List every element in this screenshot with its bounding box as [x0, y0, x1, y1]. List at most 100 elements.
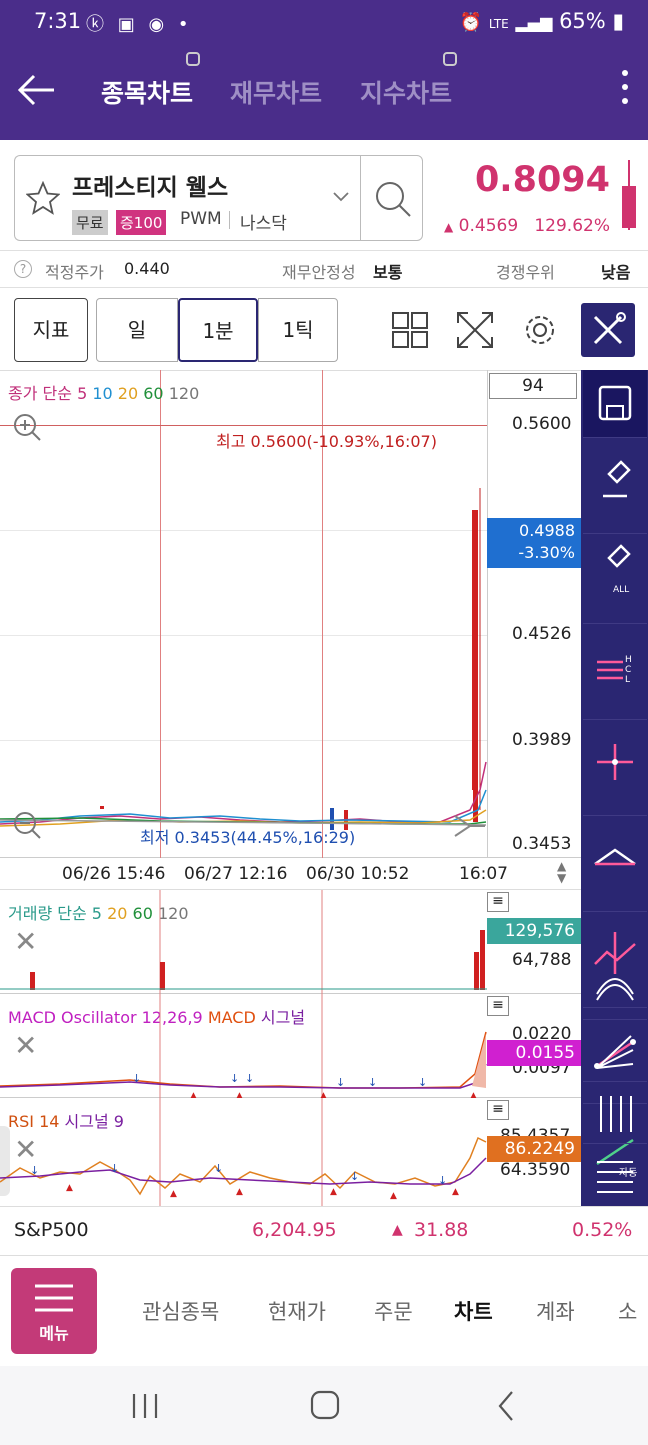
axis-scale-arrows-icon[interactable]: ▲ ▼ — [557, 860, 566, 884]
candle-bear — [330, 808, 334, 830]
eraser-all-tool-icon[interactable]: ALL — [583, 534, 647, 624]
buy-arrow-icon: ▲ — [170, 1189, 177, 1199]
trend-peak-tool-icon[interactable] — [583, 816, 647, 912]
free-tag: 무료 — [72, 210, 108, 235]
bar-count[interactable]: 94 — [489, 373, 577, 399]
star-icon[interactable] — [25, 180, 61, 219]
expand-icon[interactable] — [456, 311, 494, 353]
signal-line — [0, 1063, 487, 1089]
tools-button[interactable] — [581, 303, 635, 357]
price-change: ▲ 0.4569 129.62% — [444, 216, 610, 236]
y-label: 0.5600 — [512, 414, 572, 434]
current-price: 0.8094 — [474, 160, 610, 200]
tab-badge-icon — [443, 52, 457, 66]
volume-current-tag: 129,576 — [487, 918, 581, 944]
save-tool-icon[interactable] — [583, 370, 647, 438]
nav-order[interactable]: 주문 — [374, 1296, 413, 1326]
mini-candle-icon — [622, 160, 636, 230]
market-name: 나스닥 — [240, 214, 287, 234]
zoom-out-icon[interactable] — [10, 808, 44, 846]
menu-button[interactable]: 메뉴 — [11, 1268, 97, 1354]
sell-arrow-icon: ↓ — [30, 1164, 39, 1177]
system-nav-bar — [0, 1366, 648, 1445]
fibonacci-tool-icon[interactable] — [583, 1144, 647, 1206]
volume-bar — [480, 930, 485, 990]
period-1min-label: 1분 — [202, 319, 234, 343]
buy-arrow-icon: ▲ — [236, 1187, 243, 1197]
recent-apps-icon[interactable] — [130, 1392, 160, 1420]
nav-watchlist[interactable]: 관심종목 — [142, 1296, 219, 1326]
macd-current-tag: 0.0155 — [487, 1040, 581, 1066]
panel-menu-icon[interactable]: ≡ — [487, 1100, 509, 1120]
status-notification-icons: ⓚ ▣ ◉ • — [86, 14, 193, 35]
fan-line-tool-icon[interactable] — [583, 1020, 647, 1082]
x-label: 06/26 15:46 — [62, 864, 166, 884]
buy-arrow-icon: ▲ — [320, 1091, 327, 1098]
more-menu-icon[interactable] — [620, 70, 630, 110]
period-tick-button[interactable]: 1틱 — [258, 298, 338, 362]
sell-arrow-icon: ↓ — [350, 1170, 359, 1183]
tab-stock-chart[interactable]: 종목차트 — [101, 74, 193, 110]
sell-arrow-icon: ↓ — [230, 1072, 239, 1085]
y-label: 0.4526 — [512, 624, 572, 644]
status-right: ⏰ LTE ▂▄▆ 65% ▮ — [460, 9, 624, 33]
buy-arrow-icon: ▲ — [236, 1091, 243, 1098]
chart-scroll-arrow — [454, 815, 485, 837]
up-triangle-icon: ▲ — [392, 1222, 403, 1238]
nav-current-price[interactable]: 현재가 — [268, 1296, 326, 1326]
panel-menu-icon[interactable]: ≡ — [487, 996, 509, 1016]
status-time: 7:31 — [34, 9, 82, 33]
competition-value: 낮음 — [601, 263, 631, 282]
tab-index-chart[interactable]: 지수차트 — [360, 74, 452, 110]
cycle-line-tool-icon[interactable] — [583, 1082, 647, 1144]
rsi-signal-line — [0, 1157, 487, 1185]
sell-arrow-icon: ↓ — [336, 1076, 345, 1089]
search-button[interactable] — [360, 155, 423, 241]
buy-arrow-icon: ▲ — [452, 1187, 459, 1197]
axis-divider — [487, 370, 488, 858]
svg-text:H: H — [625, 655, 632, 665]
volume-y-label: 64,788 — [512, 950, 572, 970]
y-label: 0.3453 — [512, 834, 572, 854]
gear-icon[interactable] — [521, 311, 559, 353]
valuation-row: ? 적정주가 0.440 재무안정성 보통 경쟁우위 낮음 — [0, 250, 648, 288]
volume-bar — [474, 952, 479, 990]
candle-bull — [472, 510, 478, 790]
help-icon[interactable]: ? — [14, 260, 32, 278]
market-index-row[interactable]: S&P500 6,204.95 ▲ 31.88 0.52% — [0, 1206, 648, 1256]
signal-icon: ▂▄▆ — [515, 13, 553, 32]
period-day-label: 일 — [127, 318, 147, 342]
sell-arrow-icon: ↓ — [245, 1072, 254, 1085]
battery-icon: ▮ — [612, 9, 624, 33]
layout-grid-icon[interactable] — [392, 312, 428, 352]
nav-more-partial[interactable]: 소 — [618, 1296, 637, 1326]
period-day-button[interactable]: 일 — [96, 298, 178, 362]
crosshair-tool-icon[interactable] — [583, 720, 647, 816]
price-plot — [0, 488, 487, 837]
buy-arrow-icon: ▲ — [330, 1187, 337, 1197]
indicator-button[interactable]: 지표 — [14, 298, 88, 362]
chevron-down-icon[interactable] — [332, 188, 350, 207]
stability-label: 재무안정성 — [282, 263, 356, 282]
sell-arrow-icon: ↓ — [438, 1174, 447, 1187]
menu-label: 메뉴 — [39, 1324, 69, 1343]
time-axis[interactable]: 06/26 15:46 06/27 12:16 06/30 10:52 16:0… — [0, 858, 581, 890]
home-icon[interactable] — [310, 1390, 340, 1420]
macd-line — [0, 1031, 487, 1089]
back-icon[interactable] — [496, 1390, 516, 1422]
eraser-tool-icon[interactable] — [583, 438, 647, 534]
arc-tool-icon[interactable] — [583, 960, 647, 1020]
nav-account[interactable]: 계좌 — [536, 1296, 575, 1326]
back-arrow-icon[interactable] — [14, 68, 58, 112]
volume-plot — [0, 890, 487, 994]
nav-chart[interactable]: 차트 — [454, 1296, 493, 1326]
rsi-y-label: 64.3590 — [500, 1160, 571, 1180]
svg-text:C: C — [625, 665, 631, 675]
index-change: 31.88 — [414, 1219, 469, 1241]
panel-menu-icon[interactable]: ≡ — [487, 892, 509, 912]
period-tick-label: 1틱 — [282, 318, 314, 342]
margin-tag: 증100 — [116, 210, 167, 235]
hcl-line-tool-icon[interactable]: HCL — [583, 624, 647, 720]
tab-financial-chart[interactable]: 재무차트 — [230, 74, 322, 110]
period-1min-button[interactable]: 1분 — [178, 298, 258, 362]
